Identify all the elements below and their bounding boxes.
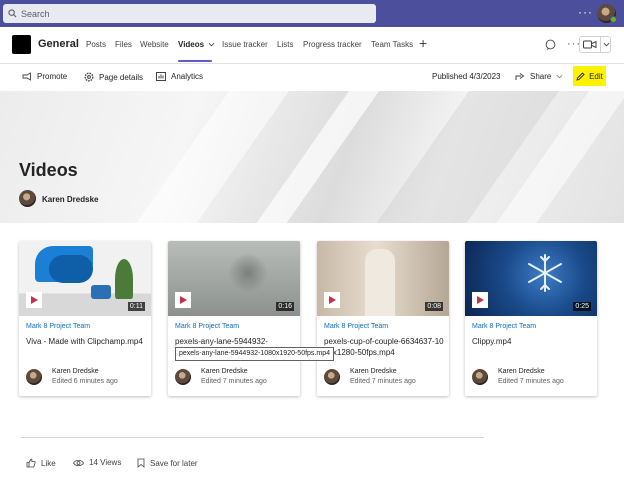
play-icon[interactable] bbox=[175, 292, 191, 308]
chevron-down-icon bbox=[208, 42, 215, 47]
search-placeholder: Search bbox=[21, 8, 50, 19]
app-top-bar: Search ··· bbox=[0, 0, 624, 27]
card-author: Karen Dredske bbox=[498, 368, 545, 375]
page-command-bar: Promote Page details Analytics Published… bbox=[0, 64, 624, 91]
share-icon bbox=[515, 73, 525, 80]
play-icon[interactable] bbox=[324, 292, 340, 308]
card-team-link[interactable]: Mark 8 Project Team bbox=[472, 323, 536, 330]
edit-button[interactable]: Edit bbox=[573, 66, 606, 86]
analytics-icon bbox=[156, 72, 166, 81]
channel-title: General bbox=[38, 38, 79, 50]
avatar bbox=[26, 369, 42, 385]
eye-icon bbox=[73, 459, 84, 466]
video-camera-icon bbox=[583, 40, 597, 49]
like-button[interactable]: Like bbox=[26, 458, 56, 468]
play-icon[interactable] bbox=[26, 292, 42, 308]
card-title[interactable]: Clippy.mp4 bbox=[472, 336, 594, 347]
analytics-button[interactable]: Analytics bbox=[156, 72, 203, 81]
chevron-down-icon bbox=[603, 42, 610, 47]
video-duration: 0:08 bbox=[425, 302, 443, 311]
card-edited-time: Edited 7 minutes ago bbox=[350, 378, 416, 385]
card-team-link[interactable]: Mark 8 Project Team bbox=[175, 323, 239, 330]
video-duration: 0:25 bbox=[573, 302, 591, 311]
tab-website[interactable]: Website bbox=[140, 40, 169, 49]
video-card[interactable]: 0:08 Mark 8 Project Team pexels-cup-of-c… bbox=[317, 241, 449, 396]
video-card[interactable]: 0:11 Mark 8 Project Team Viva - Made wit… bbox=[19, 241, 151, 396]
like-label: Like bbox=[41, 458, 56, 468]
video-card[interactable]: 0:25 Mark 8 Project Team Clippy.mp4 Kare… bbox=[465, 241, 597, 396]
promote-button[interactable]: Promote bbox=[22, 72, 67, 81]
active-tab-indicator bbox=[178, 60, 212, 62]
avatar bbox=[472, 369, 488, 385]
card-edited-time: Edited 7 minutes ago bbox=[201, 378, 267, 385]
meet-button[interactable] bbox=[579, 36, 611, 53]
views-label: 14 Views bbox=[89, 458, 122, 467]
author-name[interactable]: Karen Dredske bbox=[42, 195, 98, 204]
tab-files[interactable]: Files bbox=[115, 40, 132, 49]
card-team-link[interactable]: Mark 8 Project Team bbox=[26, 323, 90, 330]
add-tab-icon[interactable]: + bbox=[419, 35, 427, 51]
video-thumbnail[interactable]: 0:11 bbox=[19, 241, 151, 316]
video-thumbnail[interactable]: 0:16 bbox=[168, 241, 300, 316]
save-label: Save for later bbox=[150, 458, 198, 468]
card-edited-time: Edited 7 minutes ago bbox=[498, 378, 564, 385]
analytics-label: Analytics bbox=[171, 72, 204, 81]
gear-icon bbox=[84, 72, 94, 82]
share-label: Share bbox=[530, 72, 552, 81]
megaphone-icon bbox=[22, 72, 31, 81]
tab-team-tasks[interactable]: Team Tasks bbox=[371, 40, 413, 49]
video-card[interactable]: 0:16 Mark 8 Project Team pexels-any-lane… bbox=[168, 241, 300, 396]
card-author: Karen Dredske bbox=[201, 368, 248, 375]
card-title[interactable]: Viva - Made with Clipchamp.mp4 bbox=[26, 336, 148, 347]
card-author: Karen Dredske bbox=[52, 368, 99, 375]
more-options-icon[interactable]: ··· bbox=[578, 5, 593, 19]
tab-videos-label: Videos bbox=[178, 40, 205, 49]
page-details-label: Page details bbox=[99, 72, 144, 82]
tab-issue-tracker[interactable]: Issue tracker bbox=[222, 40, 268, 49]
page-details-button[interactable]: Page details bbox=[84, 72, 143, 82]
avatar bbox=[324, 369, 340, 385]
save-for-later-button[interactable]: Save for later bbox=[137, 458, 198, 468]
card-edited-time: Edited 6 minutes ago bbox=[52, 378, 118, 385]
card-author: Karen Dredske bbox=[350, 368, 397, 375]
video-duration: 0:16 bbox=[276, 302, 294, 311]
share-button[interactable]: Share bbox=[515, 72, 568, 81]
card-team-link[interactable]: Mark 8 Project Team bbox=[324, 323, 388, 330]
tab-posts[interactable]: Posts bbox=[86, 40, 106, 49]
search-box[interactable]: Search bbox=[3, 4, 376, 23]
avatar bbox=[175, 369, 191, 385]
published-date: Published 4/3/2023 bbox=[432, 72, 501, 81]
video-thumbnail[interactable]: 0:08 bbox=[317, 241, 449, 316]
promote-label: Promote bbox=[37, 72, 68, 81]
play-icon[interactable] bbox=[472, 292, 488, 308]
team-logo bbox=[12, 35, 31, 54]
author-avatar bbox=[19, 190, 36, 207]
video-duration: 0:11 bbox=[127, 302, 145, 311]
tab-progress-tracker[interactable]: Progress tracker bbox=[303, 40, 362, 49]
search-icon bbox=[8, 9, 17, 18]
tab-lists[interactable]: Lists bbox=[277, 40, 293, 49]
presence-status-icon bbox=[610, 16, 617, 23]
bookmark-icon bbox=[137, 458, 145, 468]
chat-icon[interactable] bbox=[545, 39, 556, 50]
filename-tooltip: pexels-any-lane-5944932-1080x1920-50fps.… bbox=[175, 347, 334, 361]
tab-videos[interactable]: Videos bbox=[178, 40, 215, 49]
snowflake-image bbox=[528, 254, 562, 292]
card-title[interactable]: pexels-any-lane-5944932- bbox=[175, 336, 297, 347]
pencil-icon bbox=[576, 71, 585, 81]
footer-divider bbox=[21, 437, 484, 438]
page-title: Videos bbox=[19, 160, 78, 180]
edit-label: Edit bbox=[589, 71, 603, 81]
channel-header: General Posts Files Website Videos Issue… bbox=[0, 27, 624, 64]
video-thumbnail[interactable]: 0:25 bbox=[465, 241, 597, 316]
chevron-down-icon bbox=[556, 74, 563, 79]
thumbs-up-icon bbox=[26, 458, 36, 468]
views-count: 14 Views bbox=[73, 458, 121, 467]
card-title[interactable]: pexels-cup-of-couple-6634637-1080x1280-5… bbox=[324, 336, 446, 358]
